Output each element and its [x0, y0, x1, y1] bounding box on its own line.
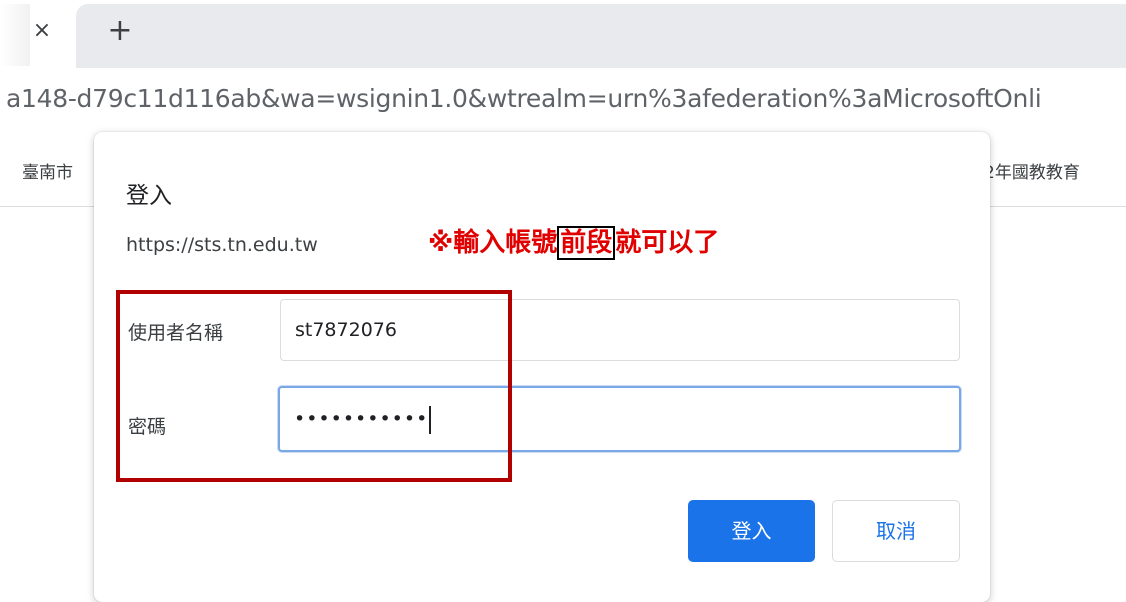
dialog-title: 登入: [126, 183, 172, 209]
tab-close-icon[interactable]: ×: [28, 16, 56, 46]
new-tab-icon[interactable]: +: [104, 16, 136, 48]
annotation-boxed-text: 前段: [557, 226, 616, 260]
bookmark-item-education[interactable]: 2年國教教育: [984, 158, 1080, 183]
tab-strip: × +: [0, 0, 1126, 68]
annotation-suffix: 就可以了: [615, 228, 720, 258]
sign-in-button[interactable]: 登入: [688, 500, 815, 562]
dialog-origin: https://sts.tn.edu.tw: [126, 234, 318, 256]
tab-strip-background: [76, 4, 1126, 68]
annotation-note: ※輸入帳號 前段 就可以了: [428, 222, 720, 260]
bookmark-item-tainan[interactable]: 臺南市: [22, 158, 73, 183]
url-text[interactable]: a148-d79c11d116ab&wa=wsignin1.0&wtrealm=…: [6, 84, 1042, 113]
active-tab-edge[interactable]: [0, 4, 30, 66]
annotation-highlight-box: [116, 290, 512, 482]
annotation-prefix: ※輸入帳號: [428, 228, 558, 258]
cancel-button[interactable]: 取消: [832, 500, 960, 562]
